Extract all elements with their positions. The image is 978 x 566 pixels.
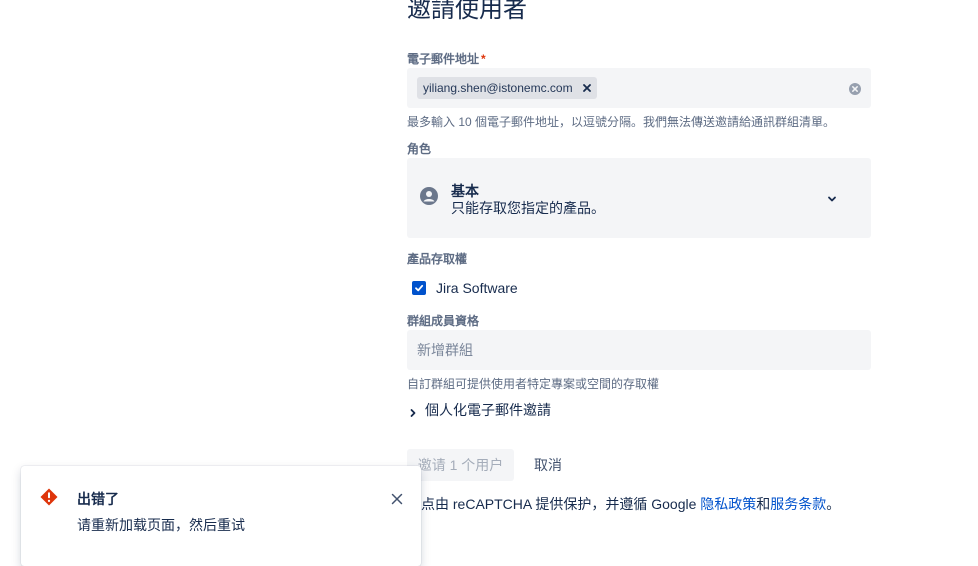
recaptcha-notice: 站点由 reCAPTCHA 提供保护，并遵循 Google 隐私政策和服务条款。: [407, 494, 840, 514]
invite-button[interactable]: 邀请 1 个用户: [407, 449, 514, 481]
product-name: Jira Software: [436, 280, 518, 296]
chevron-down-icon: [826, 192, 838, 204]
product-checkbox-row[interactable]: Jira Software: [407, 279, 518, 297]
error-flag: 出错了 请重新加载页面，然后重试: [21, 466, 421, 566]
recaptcha-and: 和: [756, 496, 771, 512]
recaptcha-prefix: 站点由 reCAPTCHA 提供保护，并遵循 Google: [407, 496, 701, 512]
email-tag: yiliang.shen@istonemc.com: [417, 77, 597, 99]
group-label: 群組成員資格: [407, 314, 480, 328]
email-helper-text: 最多輸入 10 個電子郵件地址，以逗號分隔。我們無法傳送邀請給通訊群組清單。: [407, 115, 836, 129]
product-access-label: 產品存取權: [407, 252, 468, 266]
email-label: 電子郵件地址 *: [407, 50, 486, 67]
email-label-text: 電子郵件地址: [407, 52, 480, 66]
role-label: 角色: [407, 142, 432, 156]
privacy-policy-link[interactable]: 隐私政策: [700, 496, 756, 512]
email-tag-text: yiliang.shen@istonemc.com: [423, 81, 573, 95]
product-checkbox[interactable]: [412, 281, 426, 295]
personalize-label: 個人化電子郵件邀請: [425, 402, 551, 418]
personalize-email-toggle[interactable]: 個人化電子郵件邀請: [407, 400, 551, 420]
chevron-right-icon: [408, 405, 418, 417]
required-mark: *: [481, 52, 486, 66]
group-input[interactable]: 新增群組: [407, 330, 871, 370]
error-icon: [40, 488, 58, 506]
email-field[interactable]: yiliang.shen@istonemc.com: [407, 68, 871, 108]
close-icon[interactable]: [391, 492, 403, 505]
role-description: 只能存取您指定的產品。: [451, 200, 605, 216]
error-title: 出错了: [77, 491, 119, 507]
page-title: 邀請使用者: [407, 0, 527, 23]
cancel-button[interactable]: 取消: [525, 449, 571, 481]
role-select[interactable]: 基本 只能存取您指定的產品。: [407, 158, 871, 238]
group-placeholder: 新增群組: [417, 342, 473, 358]
user-avatar-icon: [420, 187, 438, 205]
clear-icon[interactable]: [849, 82, 861, 95]
tag-remove-icon[interactable]: [581, 82, 593, 94]
terms-of-service-link[interactable]: 服务条款: [770, 496, 826, 512]
error-message: 请重新加载页面，然后重试: [77, 517, 245, 533]
recaptcha-suffix: 。: [826, 496, 841, 512]
group-helper-text: 自訂群組可提供使用者特定專案或空間的存取權: [407, 377, 660, 391]
